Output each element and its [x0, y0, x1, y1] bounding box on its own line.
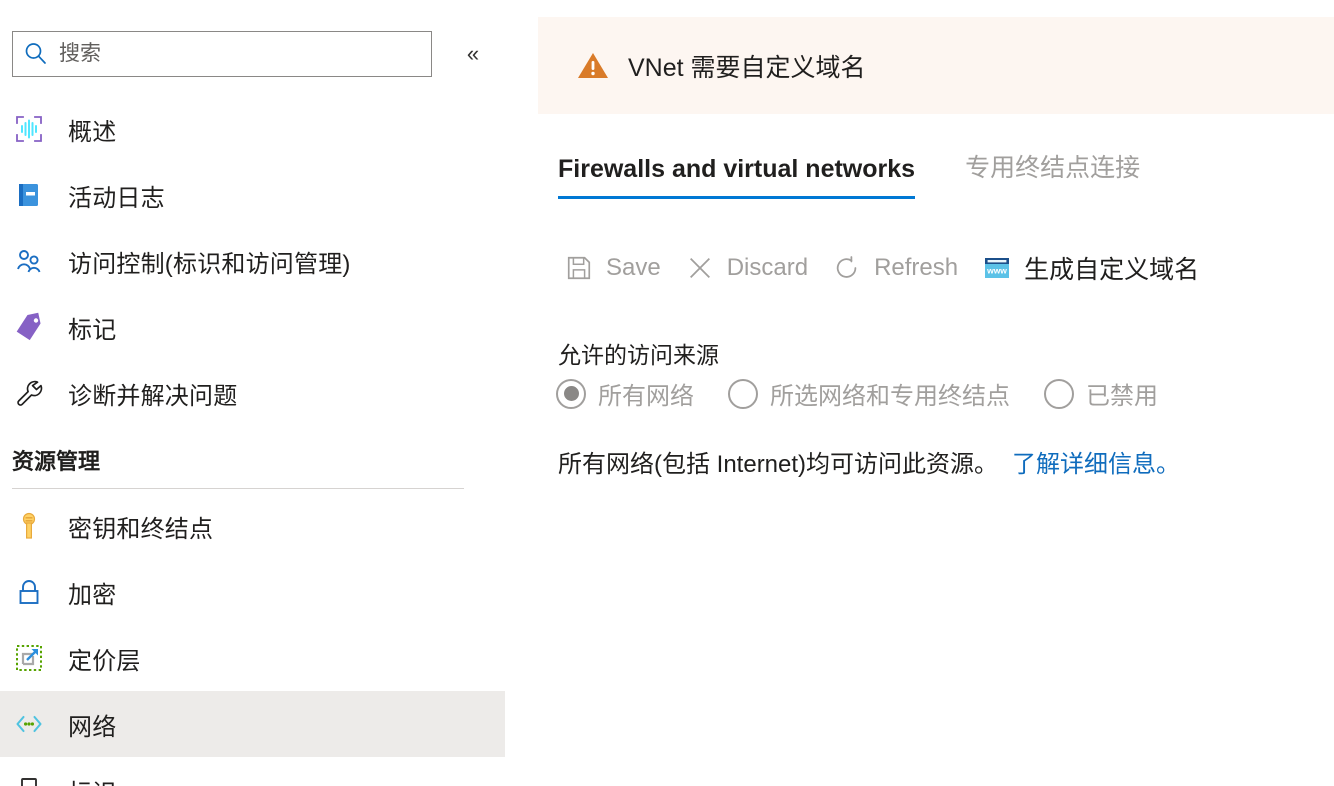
radio-selected-networks-and-private-endpoints[interactable]: 所选网络和专用终结点 [728, 376, 1010, 411]
activity-log-icon [14, 180, 44, 210]
tab-firewalls-and-virtual-networks[interactable]: Firewalls and virtual networks [558, 155, 916, 199]
sidebar-section-title: 资源管理 [12, 449, 101, 474]
overview-icon [14, 114, 44, 144]
sidebar-search-row: « [0, 28, 538, 80]
radio-disabled[interactable]: 已禁用 [1044, 376, 1158, 411]
sidebar-item-identity[interactable]: 标识 [0, 757, 505, 786]
sidebar-item-activity-log[interactable]: 活动日志 [0, 162, 505, 228]
sidebar-item-label: 密钥和终结点 [68, 515, 214, 543]
sidebar-item-pricing-tier[interactable]: 定价层 [0, 625, 505, 691]
allowed-access-radio-group: 所有网络 所选网络和专用终结点 已禁用 [556, 376, 1192, 411]
sidebar-item-overview[interactable]: 概述 [0, 96, 505, 162]
search-input[interactable] [59, 39, 399, 69]
radio-selected-icon [556, 378, 586, 409]
discard-icon [685, 253, 715, 283]
sidebar-item-label: 加密 [68, 581, 117, 609]
sidebar-item-label: 标记 [68, 316, 117, 344]
sidebar-item-label: 定价层 [68, 647, 141, 675]
sidebar-item-label: 标识 [68, 773, 116, 786]
sidebar-item-keys-and-endpoint[interactable]: 密钥和终结点 [0, 493, 505, 559]
tag-icon [14, 312, 44, 342]
collapse-sidebar-button[interactable]: « [458, 39, 488, 69]
sidebar-item-label: 访问控制(标识和访问管理) [68, 250, 351, 278]
sidebar-item-access-control[interactable]: 访问控制(标识和访问管理) [0, 228, 505, 294]
allowed-access-from-label: 允许的访问来源 [558, 342, 719, 368]
blade-tabs: Firewalls and virtual networks 专用终结点连接 [558, 148, 1140, 199]
search-box[interactable] [12, 31, 432, 77]
warning-banner-text: VNet 需要自定义域名 [628, 53, 866, 82]
lock-icon [14, 577, 44, 607]
svg-text:www: www [986, 266, 1007, 276]
resource-menu-sidebar: « [0, 0, 538, 786]
command-toolbar: Save Discard Refresh www 生成自定义域名 [558, 246, 1217, 290]
sidebar-nav-list: 概述 活动日志 访问控制(标识和访问管理) 标记 诊断并解决问题 资源管理 密钥… [0, 96, 538, 786]
learn-more-link[interactable]: 了解详细信息。 [1012, 451, 1180, 478]
radio-label: 已禁用 [1086, 383, 1158, 410]
access-control-icon [14, 246, 44, 276]
sidebar-item-label: 网络 [68, 713, 117, 741]
save-button[interactable]: Save [558, 249, 667, 287]
save-button-label: Save [606, 254, 661, 281]
save-icon [564, 253, 594, 283]
radio-label: 所选网络和专用终结点 [770, 383, 1010, 410]
tab-private-endpoint-connections[interactable]: 专用终结点连接 [965, 148, 1140, 199]
access-description: 所有网络(包括 Internet)均可访问此资源。 了解详细信息。 [558, 444, 1180, 479]
azure-portal-resource-blade: « [0, 0, 1334, 786]
refresh-icon [832, 253, 862, 283]
pricing-tier-icon [14, 643, 44, 673]
wrench-icon [14, 378, 44, 408]
generate-custom-domain-label: 生成自定义域名 [1024, 256, 1200, 284]
network-icon [14, 709, 44, 739]
sidebar-section-resource-management: 资源管理 [0, 444, 505, 489]
discard-button[interactable]: Discard [679, 249, 814, 287]
generate-custom-domain-button[interactable]: www 生成自定义域名 [976, 246, 1205, 290]
radio-unselected-icon [728, 378, 758, 409]
main-content-pane: VNet 需要自定义域名 Firewalls and virtual netwo… [538, 0, 1334, 786]
access-description-text: 所有网络(包括 Internet)均可访问此资源。 [558, 451, 999, 478]
discard-button-label: Discard [726, 254, 809, 281]
identity-icon [14, 775, 44, 786]
sidebar-item-label: 概述 [68, 118, 117, 146]
radio-unselected-icon [1044, 378, 1074, 409]
sidebar-item-networking[interactable]: 网络 [0, 691, 505, 757]
search-icon [23, 41, 49, 67]
radio-label: 所有网络 [598, 383, 694, 410]
sidebar-item-tags[interactable]: 标记 [0, 294, 505, 360]
key-icon [14, 511, 44, 541]
sidebar-item-label: 诊断并解决问题 [68, 382, 238, 410]
refresh-button-label: Refresh [874, 254, 959, 281]
warning-triangle-icon [576, 49, 610, 83]
sidebar-item-diagnose-solve[interactable]: 诊断并解决问题 [0, 360, 505, 426]
vnet-warning-banner: VNet 需要自定义域名 [538, 17, 1334, 114]
www-icon: www [982, 253, 1012, 283]
sidebar-item-label: 活动日志 [68, 184, 165, 212]
radio-all-networks[interactable]: 所有网络 [556, 376, 694, 411]
refresh-button[interactable]: Refresh [826, 249, 964, 287]
sidebar-item-encryption[interactable]: 加密 [0, 559, 505, 625]
sidebar-section-divider [12, 488, 464, 489]
